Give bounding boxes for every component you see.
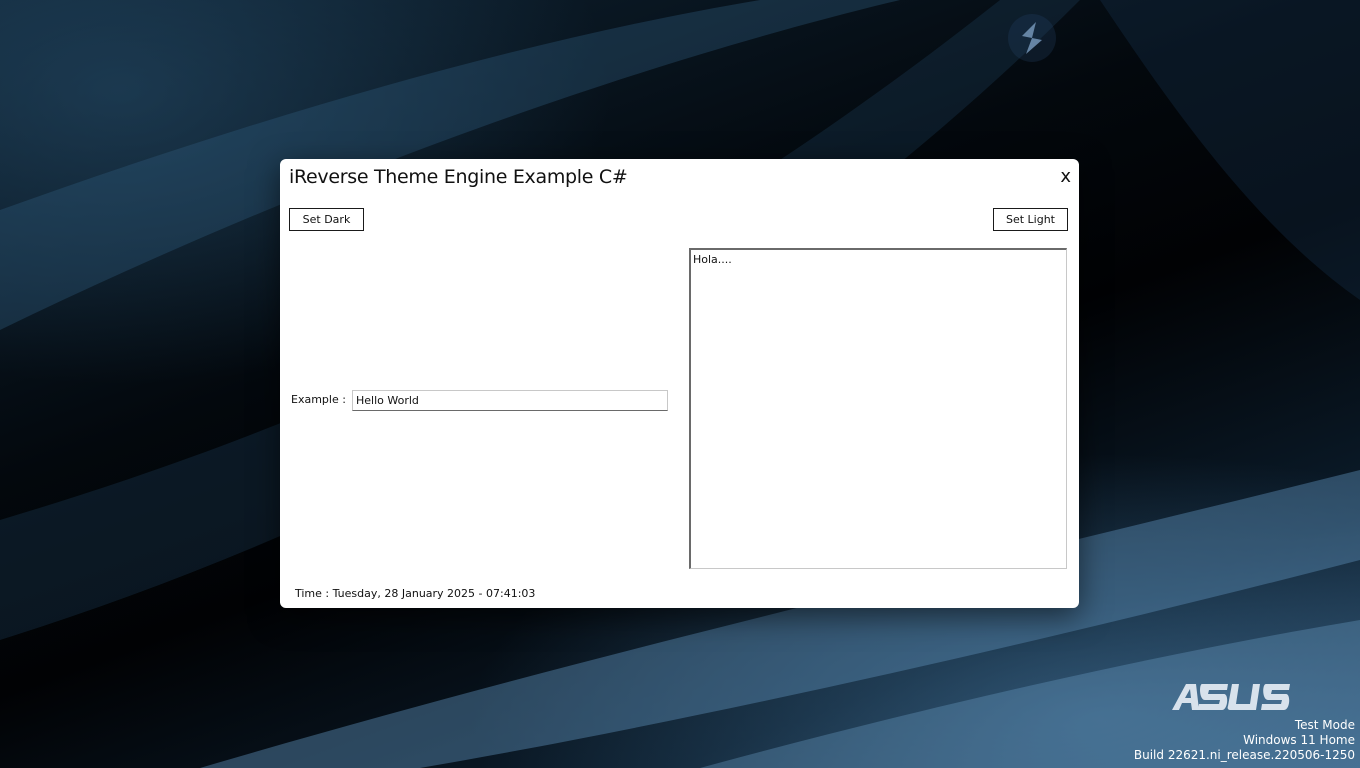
app-window: iReverse Theme Engine Example C# x Set D… <box>280 159 1079 608</box>
example-label: Example : <box>291 393 346 406</box>
asus-logo-icon <box>1172 683 1290 711</box>
message-textarea[interactable]: Hola.... <box>689 248 1067 569</box>
set-light-button[interactable]: Set Light <box>993 208 1068 231</box>
time-label: Time : Tuesday, 28 January 2025 - 07:41:… <box>295 587 536 600</box>
watermark-line-build: Build 22621.ni_release.220506-1250 <box>1133 748 1355 762</box>
set-dark-button[interactable]: Set Dark <box>289 208 364 231</box>
windows-watermark: Test Mode Windows 11 Home Build 22621.ni… <box>1134 718 1355 763</box>
watermark-line-mode: Test Mode <box>1294 718 1355 732</box>
window-title: iReverse Theme Engine Example C# <box>289 166 628 188</box>
app-logo-icon <box>1004 12 1060 64</box>
close-icon[interactable]: x <box>1060 167 1071 187</box>
watermark-line-edition: Windows 11 Home <box>1243 733 1355 747</box>
example-input[interactable]: Hello World <box>352 390 668 411</box>
